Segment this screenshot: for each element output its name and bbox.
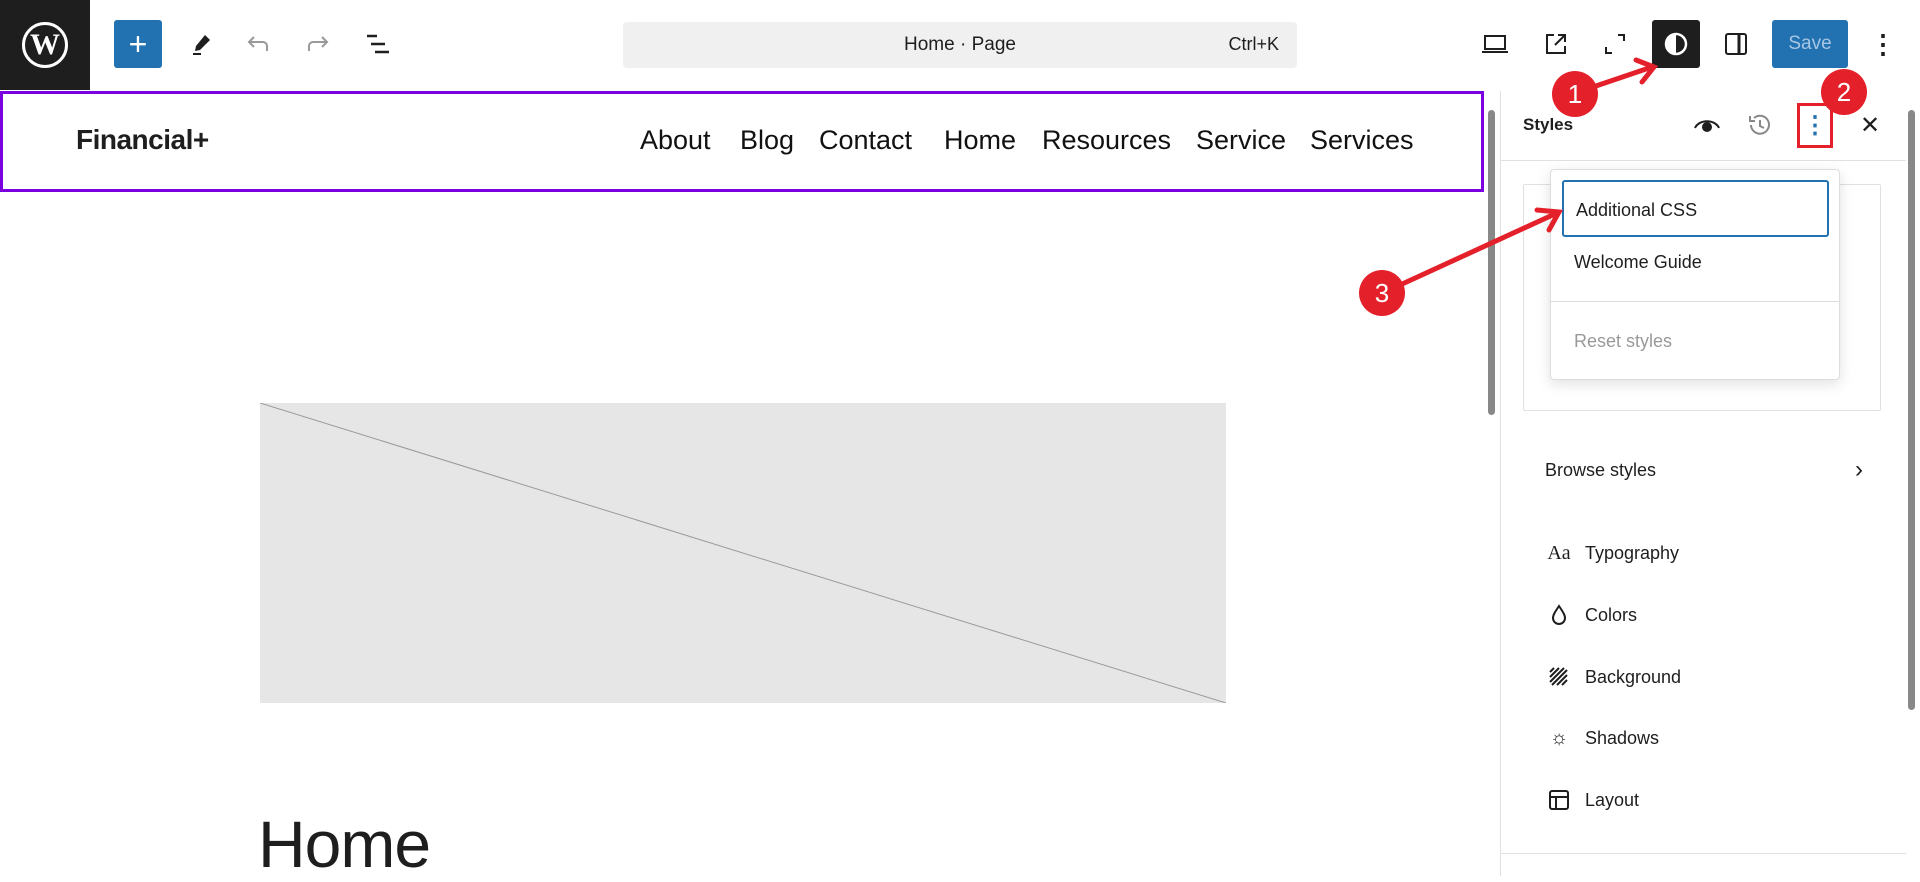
nav-item-services[interactable]: Services [1310,125,1414,156]
divider [1501,160,1907,161]
nav-item-home[interactable]: Home [944,125,1016,156]
background-icon [1545,663,1573,691]
more-options-icon[interactable]: ⋮ [1868,26,1898,62]
nav-item-blog[interactable]: Blog [740,125,794,156]
nav-item-contact[interactable]: Contact [819,125,912,156]
canvas-scrollbar[interactable] [1486,92,1496,876]
sidebar-title: Styles [1523,115,1574,134]
layout-label: Layout [1585,789,1640,810]
revisions-icon[interactable] [1745,110,1775,140]
annotation-badge-3: 3 [1359,270,1405,316]
sidebar-scrollbar[interactable] [1906,92,1916,876]
sun-icon: ☼ [1549,726,1569,749]
list-view-icon[interactable] [360,26,396,62]
image-placeholder[interactable] [260,403,1226,703]
styles-more-options-icon[interactable]: ⋮ [1797,103,1833,148]
browse-styles-label: Browse styles [1545,459,1657,480]
nav-item-service[interactable]: Service [1196,125,1286,156]
annotation-badge-1: 1 [1552,71,1598,117]
menu-divider [1551,301,1839,302]
menu-item-additional-css[interactable]: Additional CSS [1562,180,1829,237]
wordpress-logo[interactable]: W [0,0,90,90]
laptop-icon[interactable] [1477,26,1513,62]
site-title[interactable]: Financial+ [76,124,209,156]
nav-item-resources[interactable]: Resources [1042,125,1171,156]
droplet-icon [1545,601,1573,629]
colors-label: Colors [1585,604,1638,625]
menu-item-welcome-guide[interactable]: Welcome Guide [1574,252,1702,273]
command-shortcut: Ctrl+K [1228,34,1279,54]
layout-icon [1545,786,1573,814]
add-block-button[interactable]: + [114,20,162,68]
typography-item[interactable]: Aa Typography [1545,539,1679,567]
shadows-label: Shadows [1585,727,1660,748]
styles-options-menu: Additional CSS Welcome Guide Reset style… [1550,169,1840,380]
shadows-item[interactable]: ☼ Shadows [1545,724,1659,752]
fullscreen-icon[interactable] [1597,26,1633,62]
close-icon[interactable]: ✕ [1855,110,1885,140]
styles-button[interactable] [1652,20,1700,68]
redo-icon[interactable] [300,26,336,62]
layout-item[interactable]: Layout [1545,786,1639,814]
background-item[interactable]: Background [1545,663,1681,691]
contrast-icon [1664,32,1688,56]
colors-item[interactable]: Colors [1545,601,1637,629]
page-heading[interactable]: Home [258,806,431,882]
typography-label: Typography [1585,542,1680,563]
divider [1501,853,1907,854]
eye-icon[interactable] [1692,110,1722,140]
command-bar[interactable]: Home · Page Ctrl+K [623,22,1297,68]
sidebar-toggle-icon[interactable] [1718,26,1754,62]
browse-styles-item[interactable]: Browse styles › [1543,456,1863,484]
annotation-badge-2: 2 [1821,69,1867,115]
undo-icon[interactable] [240,26,276,62]
chevron-right-icon: › [1855,456,1863,483]
nav-item-about[interactable]: About [640,125,711,156]
background-label: Background [1585,666,1682,687]
command-bar-title: Home · Page [904,34,1016,55]
save-button[interactable]: Save [1772,20,1848,68]
menu-item-reset-styles[interactable]: Reset styles [1574,331,1672,352]
typography-icon: Aa [1547,541,1571,564]
external-link-icon[interactable] [1538,26,1574,62]
pen-icon[interactable] [184,26,220,62]
